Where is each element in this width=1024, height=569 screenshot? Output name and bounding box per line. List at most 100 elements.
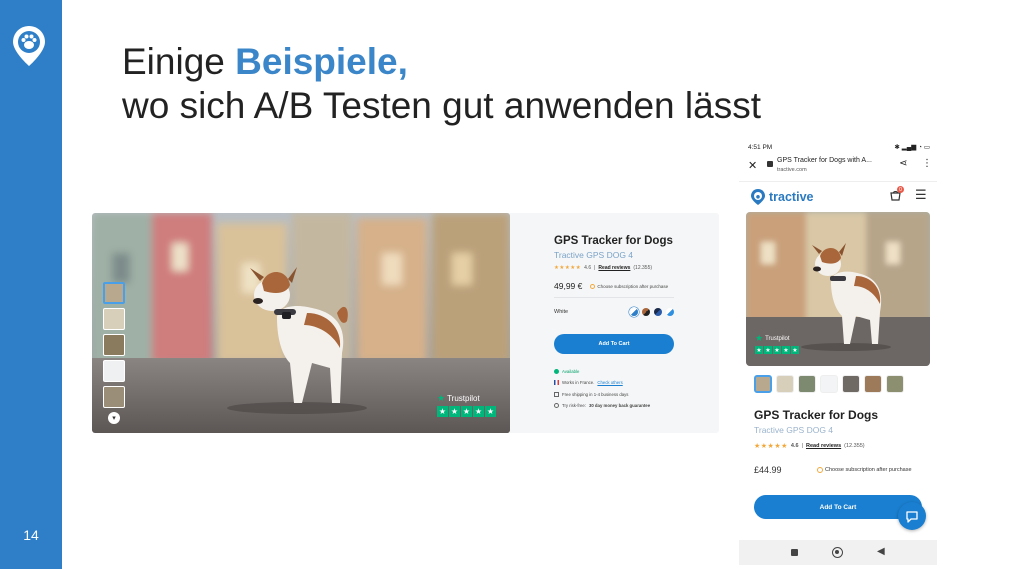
read-reviews-link[interactable]: Read reviews bbox=[598, 265, 630, 271]
feature-shipping: Free shipping in 1-4 business days bbox=[554, 392, 714, 397]
mobile-thumbnail-6[interactable] bbox=[864, 375, 882, 393]
feature-shipping-text: Free shipping in 1-4 business days bbox=[562, 392, 629, 397]
trustpilot-star-icon: ★ bbox=[437, 393, 446, 403]
truck-icon bbox=[554, 392, 559, 397]
info-icon bbox=[590, 283, 596, 289]
thumbnail-5[interactable] bbox=[103, 386, 125, 408]
thumbnail-1[interactable] bbox=[103, 282, 125, 304]
check-others-link[interactable]: Check others bbox=[597, 380, 622, 385]
feature-guarantee-prefix: Try risk-free: bbox=[562, 403, 586, 408]
shield-icon bbox=[554, 403, 559, 408]
mobile-thumbnail-7[interactable] bbox=[886, 375, 904, 393]
price-row: 49,99 € Choose subscription after purcha… bbox=[554, 281, 668, 291]
chat-icon[interactable] bbox=[898, 502, 926, 530]
divider bbox=[554, 297, 674, 298]
status-icons: ✱ ▂▄▆ ◔ ▭ bbox=[894, 144, 930, 151]
title-line2: wo sich A/B Testen gut anwenden lässt bbox=[122, 85, 761, 126]
title-line1-prefix: Einige bbox=[122, 41, 236, 82]
trustpilot-label: Trustpilot bbox=[447, 394, 480, 403]
thumbnail-2[interactable] bbox=[103, 308, 125, 330]
product-hero-image: ▾ ★ Trustpilot ★ ★ ★ ★ ★ bbox=[92, 213, 510, 433]
close-icon[interactable]: ✕ bbox=[748, 159, 757, 172]
browser-url-bar: ✕ GPS Tracker for Dogs with A... tractiv… bbox=[739, 154, 937, 178]
mobile-thumbnail-3[interactable] bbox=[798, 375, 816, 393]
rating-value: 4.6 bbox=[584, 265, 592, 271]
status-time: 4:51 PM bbox=[748, 143, 773, 151]
feature-guarantee-text: 30 day money back guarantee bbox=[588, 403, 651, 408]
rating-stars-icon: ★★★★★ bbox=[754, 443, 788, 450]
swatch-white[interactable] bbox=[630, 308, 638, 316]
trustpilot-stars: ★ ★ ★ ★ ★ bbox=[755, 346, 799, 354]
subscription-note[interactable]: Choose subscription after purchase bbox=[590, 283, 669, 289]
mobile-thumbnail-1[interactable] bbox=[754, 375, 772, 393]
feature-country-text: Works in France. bbox=[562, 380, 595, 385]
swatch-blue[interactable] bbox=[666, 308, 674, 316]
brand-logo[interactable]: tractive bbox=[750, 188, 813, 206]
feature-country: Works in France. Check others bbox=[554, 380, 714, 385]
info-icon bbox=[817, 467, 823, 473]
mobile-review-count: (12.355) bbox=[844, 443, 865, 449]
back-icon[interactable]: ◀ bbox=[877, 546, 885, 557]
lock-icon bbox=[767, 161, 773, 167]
desktop-product-page: ▾ ★ Trustpilot ★ ★ ★ ★ ★ GPS Tracker for Dogs… bbox=[92, 213, 719, 433]
rating-row: ★★★★★ 4.6 | Read reviews (12.355) bbox=[554, 265, 653, 271]
thumbnail-4[interactable] bbox=[103, 360, 125, 382]
trustpilot-label: Trustpilot bbox=[765, 335, 790, 342]
trustpilot-stars: ★ ★ ★ ★ ★ bbox=[437, 406, 496, 417]
thumbnail-3[interactable] bbox=[103, 334, 125, 356]
mobile-subscription-note-text: Choose subscription after purchase bbox=[825, 467, 912, 473]
feature-guarantee: Try risk-free: 30 day money back guarant… bbox=[554, 403, 714, 408]
chevron-down-icon[interactable]: ▾ bbox=[108, 412, 120, 424]
mobile-thumbnail-5[interactable] bbox=[842, 375, 860, 393]
review-count: (12.355) bbox=[633, 265, 653, 271]
swatch-brown[interactable] bbox=[642, 308, 650, 316]
mobile-subscription-note[interactable]: Choose subscription after purchase bbox=[817, 467, 912, 473]
trustpilot-badge: ★ Trustpilot ★ ★ ★ ★ ★ bbox=[437, 393, 496, 417]
mobile-rating-value: 4.6 bbox=[790, 443, 799, 449]
hamburger-menu-icon[interactable]: ☰ bbox=[915, 187, 927, 203]
swatch-dark[interactable] bbox=[654, 308, 662, 316]
kebab-menu-icon[interactable]: ⋮ bbox=[922, 158, 932, 169]
slide-title: Einige Beispiele, wo sich A/B Testen gut… bbox=[122, 40, 761, 128]
brand-name: tractive bbox=[769, 190, 814, 204]
site-header: tractive 0 ☰ bbox=[739, 181, 937, 211]
recents-icon[interactable] bbox=[791, 549, 798, 556]
sidebar: 14 bbox=[0, 0, 62, 569]
mobile-read-reviews-link[interactable]: Read reviews bbox=[806, 443, 841, 449]
feature-available: Available bbox=[554, 369, 714, 374]
thumbnail-strip: ▾ bbox=[103, 282, 126, 424]
feature-available-text: Available bbox=[562, 369, 580, 374]
brand-pin-icon bbox=[751, 189, 765, 205]
mobile-price: £44.99 bbox=[754, 465, 782, 475]
share-icon[interactable]: ⋖ bbox=[899, 158, 907, 169]
mobile-thumbnail-2[interactable] bbox=[776, 375, 794, 393]
android-nav-bar: ◀ bbox=[739, 540, 937, 565]
mobile-rating-row: ★★★★★ 4.6 | Read reviews (12.355) bbox=[754, 443, 865, 450]
url-host: tractive.com bbox=[777, 167, 807, 173]
page-number: 14 bbox=[23, 527, 39, 543]
title-line1-accent: Beispiele, bbox=[235, 41, 408, 82]
page-title: GPS Tracker for Dogs with A... bbox=[777, 157, 872, 164]
mobile-trustpilot-badge: ★ Trustpilot ★ ★ ★ ★ ★ bbox=[755, 333, 799, 354]
color-swatches bbox=[630, 308, 674, 316]
color-row: White bbox=[554, 308, 674, 316]
color-label: White bbox=[554, 309, 569, 315]
mobile-thumbnail-strip bbox=[754, 375, 904, 393]
product-title: GPS Tracker for Dogs bbox=[554, 235, 673, 247]
product-details: GPS Tracker for Dogs Tractive GPS DOG 4 … bbox=[554, 213, 714, 433]
mobile-product-title: GPS Tracker for Dogs bbox=[754, 408, 879, 422]
rating-stars-icon: ★★★★★ bbox=[554, 265, 582, 271]
mobile-thumbnail-4[interactable] bbox=[820, 375, 838, 393]
subscription-note-text: Choose subscription after purchase bbox=[597, 283, 669, 289]
add-to-cart-button[interactable]: Add To Cart bbox=[554, 334, 674, 354]
product-subtitle: Tractive GPS DOG 4 bbox=[554, 250, 634, 260]
home-icon[interactable] bbox=[832, 547, 843, 558]
mobile-product-page: 4:51 PM ✱ ▂▄▆ ◔ ▭ ✕ GPS Tracker for Dogs… bbox=[739, 137, 937, 565]
mobile-add-to-cart-button[interactable]: Add To Cart bbox=[754, 495, 922, 519]
price: 49,99 € bbox=[554, 281, 583, 291]
cart-badge: 0 bbox=[897, 186, 904, 193]
status-bar: 4:51 PM ✱ ▂▄▆ ◔ ▭ bbox=[748, 142, 930, 152]
paw-logo-icon bbox=[13, 26, 45, 66]
trustpilot-star-icon: ★ bbox=[755, 333, 764, 343]
available-dot-icon bbox=[554, 369, 559, 374]
